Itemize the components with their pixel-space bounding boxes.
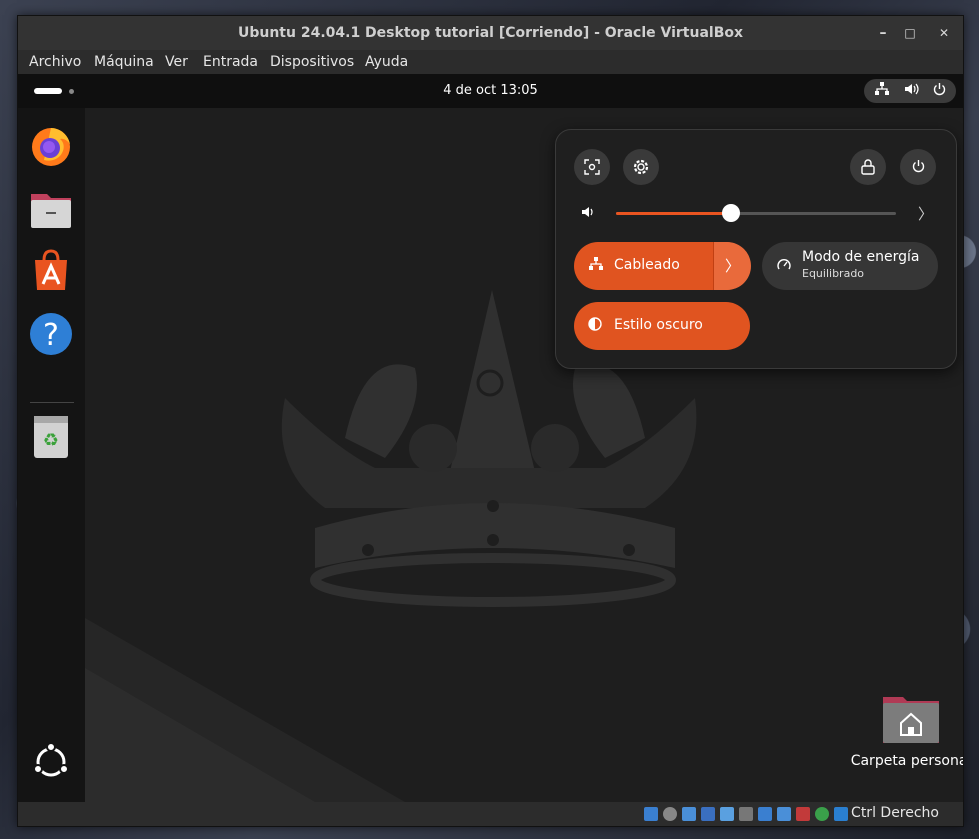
lock-button[interactable] — [850, 149, 886, 185]
wired-expand-button[interactable]: 〉 — [713, 242, 751, 290]
lock-icon — [861, 159, 875, 175]
folder-icon — [883, 693, 939, 743]
quick-settings-menu: 〉 Cableado 〉 Modo de energía Equilibrado — [555, 129, 957, 369]
menu-bar: Archivo Máquina Ver Entrada Dispositivos… — [18, 50, 963, 74]
maximize-button[interactable]: □ — [900, 23, 920, 43]
screenshot-icon — [584, 159, 600, 175]
volume-icon — [904, 82, 920, 100]
keyboard-capture-icon[interactable] — [834, 807, 848, 821]
svg-text:♻: ♻ — [43, 430, 59, 451]
app-center-icon[interactable] — [29, 248, 73, 292]
power-icon — [912, 160, 924, 173]
settings-button[interactable] — [623, 149, 659, 185]
screenshot-button[interactable] — [574, 149, 610, 185]
volume-slider-knob[interactable] — [721, 204, 740, 222]
recording-icon[interactable] — [777, 807, 791, 821]
help-icon[interactable]: ? — [29, 312, 73, 356]
dock-separator — [30, 402, 74, 403]
guest-screen[interactable]: 4 de oct 13:05 ? ♻ Carpeta personal 〉 Ca… — [18, 74, 963, 802]
power-mode-toggle[interactable]: Modo de energía Equilibrado — [762, 242, 938, 290]
dark-style-label: Estilo oscuro — [614, 317, 703, 333]
volume-icon — [581, 205, 597, 223]
virtualization-icon[interactable] — [796, 807, 810, 821]
menu-dispositivos[interactable]: Dispositivos — [270, 54, 354, 70]
menu-ver[interactable]: Ver — [165, 54, 188, 70]
volume-expand-arrow[interactable]: 〉 — [918, 203, 933, 224]
power-mode-sub: Equilibrado — [802, 267, 865, 280]
window-title: Ubuntu 24.04.1 Desktop tutorial [Corrien… — [237, 25, 744, 41]
network-icon — [588, 257, 604, 275]
mouse-integration-icon[interactable] — [815, 807, 829, 821]
title-bar[interactable]: Ubuntu 24.04.1 Desktop tutorial [Corrien… — [18, 16, 963, 50]
dark-style-toggle[interactable]: Estilo oscuro — [574, 302, 750, 350]
shared-folders-icon[interactable] — [739, 807, 753, 821]
firefox-icon[interactable] — [29, 124, 73, 168]
dock: ? ♻ — [18, 108, 85, 802]
menu-maquina[interactable]: Máquina — [94, 54, 154, 70]
minimize-button[interactable]: – — [873, 23, 893, 43]
menu-archivo[interactable]: Archivo — [29, 54, 81, 70]
home-folder-icon[interactable]: Carpeta personal — [846, 693, 963, 769]
optical-drive-icon[interactable] — [663, 807, 677, 821]
volume-slider[interactable] — [616, 204, 896, 222]
audio-icon[interactable] — [682, 807, 696, 821]
hard-disk-icon[interactable] — [644, 807, 658, 821]
virtualbox-window: Ubuntu 24.04.1 Desktop tutorial [Corrien… — [17, 15, 964, 827]
volume-slider-fill — [616, 212, 731, 215]
menu-ayuda[interactable]: Ayuda — [365, 54, 408, 70]
ubuntu-logo-icon[interactable] — [29, 740, 73, 784]
dark-style-icon — [588, 317, 602, 335]
network-adapter-icon[interactable] — [701, 807, 715, 821]
power-mode-label: Modo de energía — [802, 249, 920, 265]
gnome-top-bar: 4 de oct 13:05 — [18, 74, 963, 108]
display-icon[interactable] — [758, 807, 772, 821]
wired-toggle-label: Cableado — [614, 257, 680, 273]
network-icon — [874, 82, 890, 100]
power-menu-button[interactable] — [900, 149, 936, 185]
power-icon — [932, 82, 947, 101]
virtualbox-status-bar: Ctrl Derecho — [18, 802, 963, 826]
help-glyph: ? — [43, 318, 59, 353]
menu-entrada[interactable]: Entrada — [203, 54, 258, 70]
wired-toggle[interactable]: Cableado 〉 — [574, 242, 751, 290]
files-icon[interactable] — [29, 186, 73, 230]
system-menu-button[interactable] — [864, 79, 956, 103]
settings-icon — [633, 159, 649, 175]
home-folder-label: Carpeta personal — [850, 753, 963, 769]
host-key-label[interactable]: Ctrl Derecho — [851, 805, 939, 821]
trash-icon[interactable]: ♻ — [29, 414, 73, 458]
clock[interactable]: 4 de oct 13:05 — [18, 83, 963, 98]
power-mode-icon — [776, 257, 792, 277]
usb-icon[interactable] — [720, 807, 734, 821]
close-button[interactable]: ✕ — [934, 23, 954, 43]
